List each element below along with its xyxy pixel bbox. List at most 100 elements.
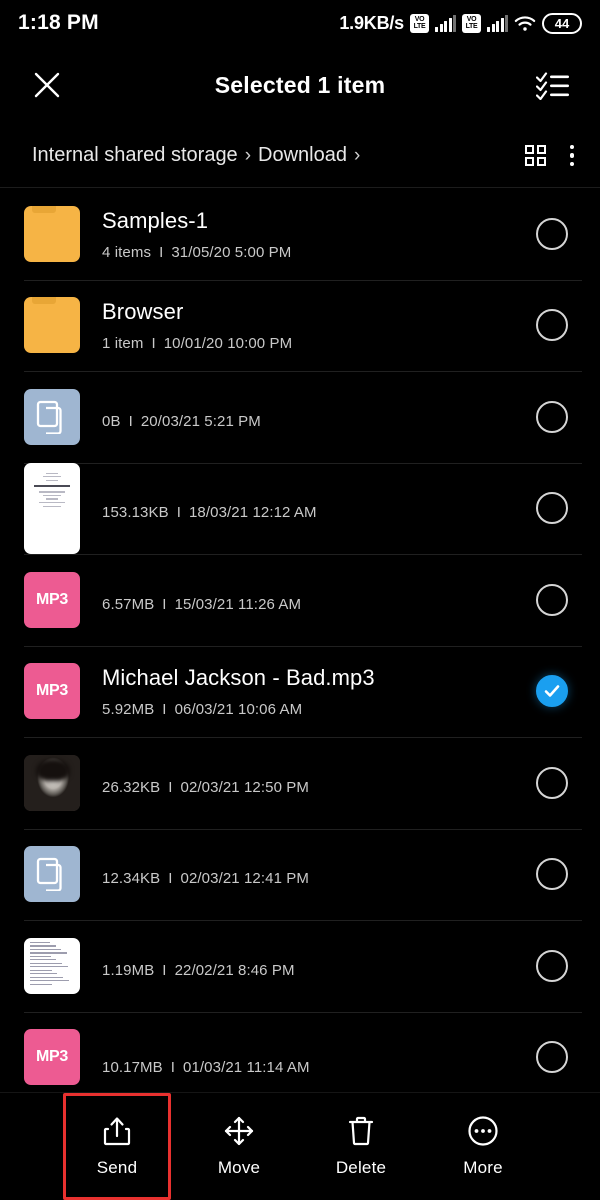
file-date: 20/03/21 5:21 PM bbox=[140, 412, 261, 430]
action-toolbar: Send Move Delete More bbox=[0, 1092, 600, 1200]
detail-separator: I bbox=[176, 504, 181, 522]
document-icon bbox=[36, 858, 62, 892]
file-date: 02/03/21 12:50 PM bbox=[180, 778, 309, 796]
file-details: 26.32KB I 02/03/21 12:50 PM bbox=[102, 779, 536, 796]
detail-separator: I bbox=[162, 701, 167, 719]
file-meta: Samples-1 4 items I 31/05/20 5:00 PM bbox=[80, 207, 536, 261]
chevron-right-icon: › bbox=[353, 144, 361, 166]
file-manager-screen: 1:18 PM 1.9KB/s VO LTE VO LTE 44 Selecte… bbox=[0, 0, 600, 1200]
file-row[interactable]: MP3 Michael Jackson - Bad.mp3 5.92MB I 06/03… bbox=[0, 645, 600, 738]
mp3-label: MP3 bbox=[36, 590, 68, 608]
file-meta: 26.32KB I 02/03/21 12:50 PM bbox=[80, 770, 536, 796]
file-size: 1 item bbox=[102, 335, 144, 353]
toolbar-send-button[interactable]: Send bbox=[63, 1093, 171, 1200]
file-details: 1.19MB I 22/02/21 8:46 PM bbox=[102, 962, 536, 979]
file-meta: Michael Jackson - Bad.mp3 5.92MB I 06/03/21… bbox=[80, 664, 536, 718]
toolbar-move-button[interactable]: Move bbox=[191, 1115, 287, 1178]
breadcrumb-item-root[interactable]: Internal shared storage bbox=[32, 144, 238, 167]
battery-icon: 44 bbox=[542, 12, 582, 34]
photo-thumbnail bbox=[24, 754, 80, 811]
chevron-right-icon: › bbox=[244, 144, 252, 166]
file-details: 5.92MB I 06/03/21 10:06 AM bbox=[102, 701, 536, 718]
file-checkbox[interactable] bbox=[536, 1041, 568, 1074]
close-icon bbox=[34, 72, 60, 98]
document-icon bbox=[36, 400, 62, 434]
file-list[interactable]: Samples-1 4 items I 31/05/20 5:00 PM Browser… bbox=[0, 188, 600, 1092]
grid-view-icon bbox=[536, 157, 546, 166]
overflow-menu-button[interactable] bbox=[569, 144, 574, 167]
file-details: 4 items I 31/05/20 5:00 PM bbox=[102, 244, 536, 261]
close-button[interactable] bbox=[24, 62, 70, 108]
file-name: Browser bbox=[102, 299, 184, 325]
wifi-icon bbox=[514, 15, 536, 31]
detail-separator: I bbox=[168, 870, 173, 888]
grid-view-icon bbox=[524, 157, 534, 166]
file-name: Samples-1 bbox=[102, 207, 209, 233]
file-meta: 12.34KB I 02/03/21 12:41 PM bbox=[80, 861, 536, 887]
file-row[interactable]: 0B I 20/03/21 5:21 PM bbox=[0, 371, 600, 463]
detail-separator: I bbox=[170, 1059, 176, 1077]
status-bar: 1:18 PM 1.9KB/s VO LTE VO LTE 44 bbox=[0, 0, 600, 46]
grid-view-button[interactable] bbox=[524, 145, 546, 166]
file-row[interactable]: 26.32KB I 02/03/21 12:50 PM bbox=[0, 737, 600, 829]
file-checkbox[interactable] bbox=[536, 309, 568, 342]
file-row[interactable]: 153.13KB I 18/03/21 12:12 AM bbox=[0, 462, 600, 554]
file-date: 10/01/20 10:00 PM bbox=[163, 335, 293, 353]
grid-view-icon bbox=[536, 145, 546, 154]
file-checkbox[interactable] bbox=[536, 949, 568, 982]
breadcrumb-item-download[interactable]: Download bbox=[258, 144, 347, 167]
mp3-icon: MP3 bbox=[24, 571, 80, 628]
file-row[interactable]: MP3 6.57MB I 15/03/21 11:26 AM bbox=[0, 554, 600, 646]
file-date: 31/05/20 5:00 PM bbox=[171, 243, 292, 261]
toolbar-more-button[interactable]: More bbox=[435, 1115, 531, 1178]
file-row[interactable]: Browser 1 item I 10/01/20 10:00 PM bbox=[0, 279, 600, 372]
grid-view-icon bbox=[524, 145, 534, 154]
file-size: 10.17MB bbox=[102, 1059, 163, 1077]
volte-icon: VO LTE bbox=[462, 13, 481, 33]
status-icons: 1.9KB/s VO LTE VO LTE 44 bbox=[339, 12, 582, 34]
certificate-thumbnail bbox=[24, 462, 80, 554]
file-checkbox[interactable] bbox=[536, 675, 568, 708]
detail-separator: I bbox=[159, 243, 164, 261]
file-size: 26.32KB bbox=[102, 778, 161, 796]
toolbar-item-label: Move bbox=[217, 1158, 261, 1177]
breadcrumb-path: Internal shared storage › Download › bbox=[32, 144, 367, 167]
detail-separator: I bbox=[128, 412, 133, 430]
file-row[interactable]: Samples-1 4 items I 31/05/20 5:00 PM bbox=[0, 188, 600, 280]
file-row[interactable]: 12.34KB I 02/03/21 12:41 PM bbox=[0, 828, 600, 921]
file-details: 1 item I 10/01/20 10:00 PM bbox=[102, 335, 536, 352]
breadcrumb: Internal shared storage › Download › bbox=[0, 124, 600, 188]
file-size: 5.92MB bbox=[102, 701, 155, 719]
volte-icon-top: VO bbox=[414, 16, 425, 23]
file-size: 4 items bbox=[102, 243, 152, 261]
file-checkbox[interactable] bbox=[536, 858, 568, 891]
file-size: 0B bbox=[102, 412, 121, 430]
file-details: 0B I 20/03/21 5:21 PM bbox=[102, 413, 536, 430]
document-icon bbox=[24, 388, 80, 445]
file-date: 15/03/21 11:26 AM bbox=[174, 595, 302, 613]
select-all-button[interactable] bbox=[530, 62, 576, 108]
toolbar-delete-button[interactable]: Delete bbox=[313, 1115, 409, 1178]
mp3-icon: MP3 bbox=[24, 1029, 80, 1086]
file-checkbox[interactable] bbox=[536, 400, 568, 433]
file-size: 153.13KB bbox=[102, 504, 169, 522]
detail-separator: I bbox=[168, 778, 173, 796]
app-bar: Selected 1 item bbox=[0, 46, 600, 124]
file-row[interactable]: 1.19MB I 22/02/21 8:46 PM bbox=[0, 920, 600, 1012]
toolbar-item-label: More bbox=[463, 1158, 503, 1177]
file-date: 22/02/21 8:46 PM bbox=[174, 961, 295, 979]
file-checkbox[interactable] bbox=[536, 583, 568, 616]
mp3-label: MP3 bbox=[36, 1048, 68, 1066]
file-row[interactable]: MP3 10.17MB I 01/03/21 11:14 AM bbox=[0, 1011, 600, 1093]
network-speed-text: 1.9KB/s bbox=[339, 12, 404, 33]
battery-level-text: 44 bbox=[554, 15, 570, 31]
file-checkbox[interactable] bbox=[536, 492, 568, 525]
toolbar-item-label: Send bbox=[96, 1158, 138, 1177]
file-checkbox[interactable] bbox=[536, 217, 568, 250]
detail-separator: I bbox=[162, 595, 167, 613]
file-checkbox[interactable] bbox=[536, 766, 568, 799]
file-details: 10.17MB I 01/03/21 11:14 AM bbox=[102, 1059, 536, 1076]
file-size: 1.19MB bbox=[102, 961, 155, 979]
certificate-thumbnail bbox=[29, 467, 75, 549]
overflow-menu-icon bbox=[569, 161, 574, 167]
